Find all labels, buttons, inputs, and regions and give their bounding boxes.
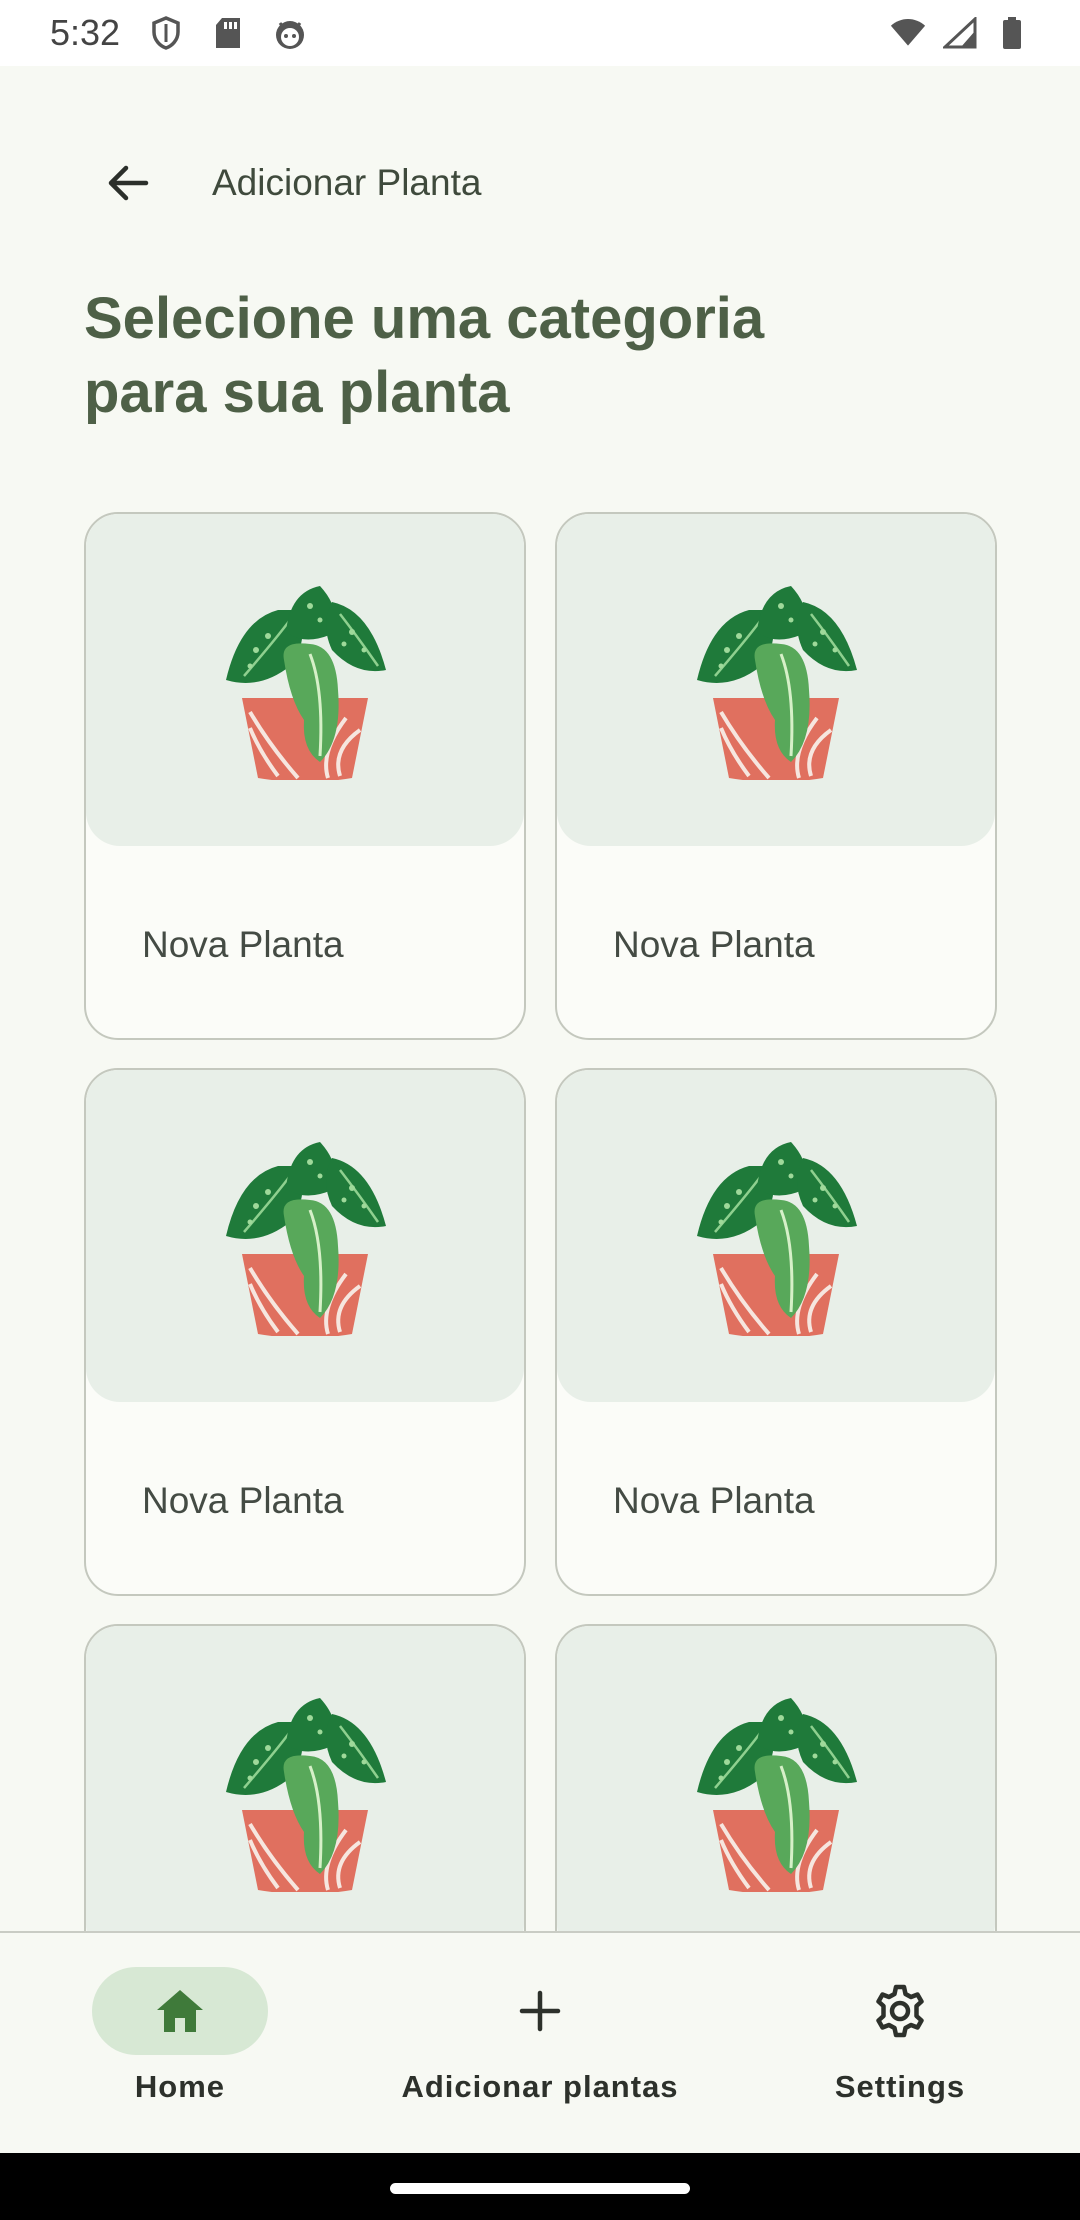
potted-plant-illustration	[697, 1698, 857, 1892]
sd-card-icon	[210, 15, 246, 51]
gear-icon	[876, 1984, 924, 2038]
plant-image	[86, 514, 524, 846]
category-card[interactable]: Nova Planta	[84, 512, 526, 1040]
back-button[interactable]	[80, 135, 176, 231]
category-card[interactable]: Nova Planta	[555, 1068, 997, 1596]
nav-indicator	[812, 1967, 988, 2055]
potted-plant-illustration	[226, 1142, 386, 1336]
potted-plant-illustration	[226, 1698, 386, 1892]
nav-active-indicator	[92, 1967, 268, 2055]
shield-icon	[148, 15, 184, 51]
status-time: 5:32	[50, 12, 121, 53]
potted-plant-illustration	[697, 586, 857, 780]
nav-item-settings[interactable]: Settings	[720, 1933, 1080, 2153]
status-right-icons	[890, 15, 1030, 51]
potted-plant-illustration	[697, 1142, 857, 1336]
page-heading: Selecione uma categoria para sua planta	[84, 286, 765, 425]
wifi-icon	[890, 15, 926, 51]
arrow-back-icon	[108, 165, 149, 201]
category-card[interactable]	[84, 1624, 526, 1932]
category-card[interactable]	[555, 1624, 997, 1932]
card-label: Nova Planta	[613, 1480, 815, 1521]
top-app-bar: Adicionar Planta	[0, 118, 1080, 248]
plant-image	[557, 514, 995, 846]
system-nav-bar	[0, 2153, 1080, 2220]
battery-icon	[994, 15, 1030, 51]
top-bar-title: Adicionar Planta	[212, 162, 482, 203]
plant-image	[557, 1626, 995, 1932]
category-card[interactable]: Nova Planta	[84, 1068, 526, 1596]
plant-image	[557, 1070, 995, 1402]
nav-label: Adicionar plantas	[401, 2069, 679, 2104]
card-label: Nova Planta	[613, 924, 815, 965]
bottom-navigation: Home Adicionar plantas Settings	[0, 1931, 1080, 2153]
plus-icon	[519, 1990, 561, 2032]
potted-plant-illustration	[226, 586, 386, 780]
nav-item-home[interactable]: Home	[0, 1933, 360, 2153]
android-face-icon	[272, 15, 308, 51]
nav-item-adicionar-plantas[interactable]: Adicionar plantas	[360, 1933, 720, 2153]
nav-indicator	[452, 1967, 628, 2055]
plant-image	[86, 1626, 524, 1932]
card-label: Nova Planta	[142, 924, 344, 965]
home-icon	[157, 1990, 203, 2032]
category-grid: Nova Planta Nova Planta Nova Planta Nova…	[84, 512, 998, 1932]
category-card[interactable]: Nova Planta	[555, 512, 997, 1040]
nav-label: Home	[134, 2069, 226, 2104]
cell-signal-icon	[942, 15, 978, 51]
status-bar: 5:32	[0, 0, 1080, 66]
nav-label: Settings	[834, 2069, 966, 2104]
status-left-icons	[148, 15, 308, 51]
card-label: Nova Planta	[142, 1480, 344, 1521]
plant-image	[86, 1070, 524, 1402]
home-gesture-handle[interactable]	[390, 2183, 690, 2194]
